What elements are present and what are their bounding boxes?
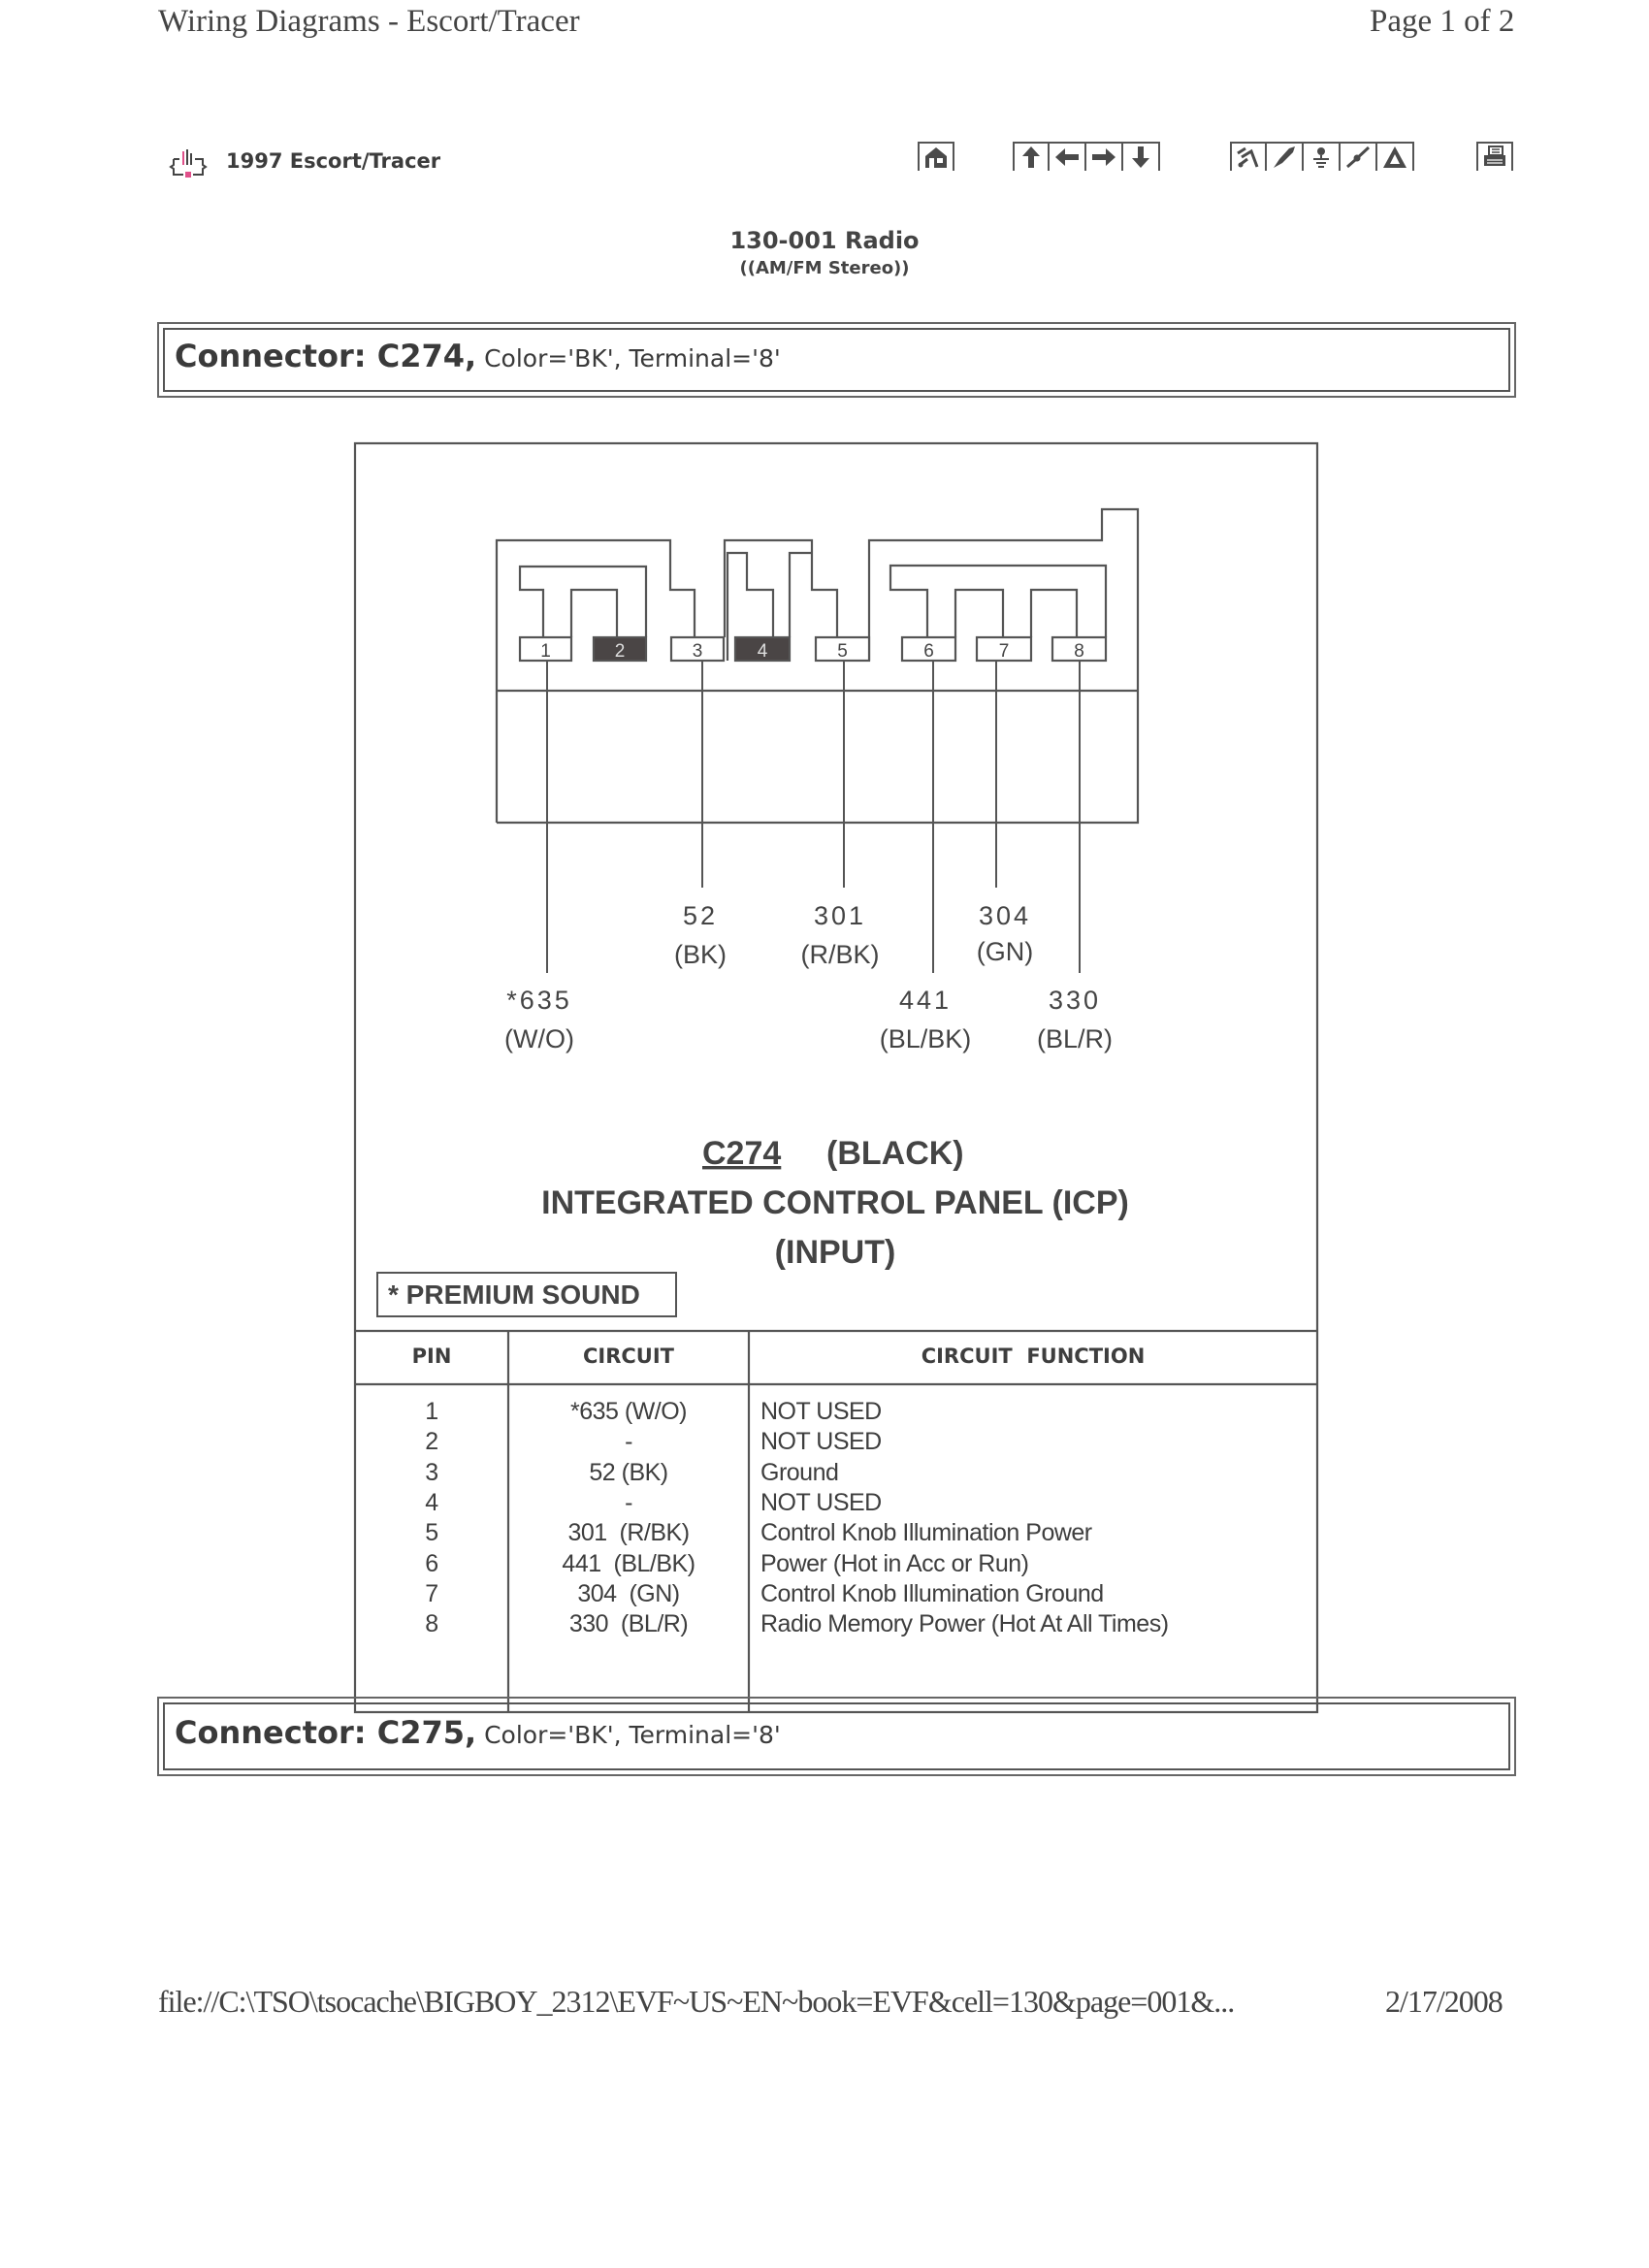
circuit-cell: 301 (R/BK)	[567, 1519, 690, 1547]
table-header-pin: PIN	[411, 1345, 452, 1368]
wire-labels: *635 (W/O) 52 (BK) 301 (R/BK) 441 (BL/BK) 304 (GN…	[504, 901, 1113, 1053]
wire-color-code: (BL/R)	[1037, 1024, 1113, 1053]
circuit-cell: 441 (BL/BK)	[562, 1549, 695, 1577]
pin-cell: 8	[425, 1610, 438, 1638]
wire-color-code: (W/O)	[504, 1024, 574, 1053]
circuit-cell: *635 (W/O)	[569, 1398, 688, 1425]
connector-label: Connector: C275,	[175, 1714, 477, 1751]
pin-cell: 7	[425, 1579, 438, 1607]
function-cell: NOT USED	[760, 1428, 882, 1456]
pin-number: 8	[1074, 641, 1084, 662]
wire-circuit-number: 52	[683, 901, 718, 930]
connector-attributes: Color='BK', Terminal='8'	[476, 1721, 781, 1749]
function-cell: NOT USED	[760, 1488, 882, 1516]
connector-diagram: 12345678 *635(W/O)52(BK)301(R/BK)441(BL/…	[353, 441, 1319, 1714]
function-cell: Ground	[760, 1458, 839, 1486]
wire-circuit-number: *635	[506, 986, 572, 1015]
function-cell: Control Knob Illumination Ground	[760, 1579, 1104, 1607]
connector-id: C274	[702, 1135, 781, 1172]
table-header-circuit: CIRCUIT	[583, 1345, 674, 1368]
connector-header-c275: Connector: C275, Color='BK', Terminal='8…	[157, 1697, 1516, 1776]
pin-cell: 4	[425, 1488, 438, 1516]
function-cell: Control Knob Illumination Power	[760, 1519, 1092, 1547]
footer-date: 2/17/2008	[1385, 1984, 1504, 2019]
wire-color-code: (R/BK)	[801, 940, 880, 969]
circuit-cell: -	[625, 1488, 632, 1516]
wire-color-code: (BK)	[674, 940, 727, 969]
circuit-cell: 52 (BK)	[589, 1458, 668, 1486]
connector-color: (BLACK)	[826, 1135, 964, 1172]
function-cell: Power (Hot in Acc or Run)	[760, 1549, 1029, 1577]
wire-circuit-number: 330	[1049, 986, 1101, 1015]
wire-color-code: (BL/BK)	[880, 1024, 972, 1053]
pin-number: 2	[615, 641, 626, 662]
pin-number: 5	[837, 641, 848, 662]
pin-number: 6	[923, 641, 934, 662]
pin-number: 4	[758, 641, 768, 662]
pin-cell: 3	[425, 1458, 438, 1486]
circuit-cell: 330 (BL/R)	[568, 1610, 689, 1638]
footnote-text: * PREMIUM SOUND	[388, 1280, 640, 1310]
component-name: INTEGRATED CONTROL PANEL (ICP)	[541, 1184, 1129, 1221]
pin-cell: 1	[425, 1398, 438, 1425]
pin-number: 3	[693, 641, 703, 662]
function-cell: Radio Memory Power (Hot At All Times)	[760, 1610, 1169, 1638]
wire-circuit-number: 441	[899, 986, 952, 1015]
pin-number: 1	[540, 641, 551, 662]
wire-color-code: (GN)	[977, 937, 1033, 966]
function-cell: NOT USED	[760, 1398, 882, 1425]
connector-housing	[495, 507, 1140, 825]
circuit-cell: -	[625, 1428, 632, 1456]
wire-circuit-number: 301	[814, 901, 866, 930]
pin-cavities: 1 2 3 4 5 6 7 8	[518, 635, 1108, 663]
component-side: (INPUT)	[775, 1234, 896, 1271]
circuit-cell: 304 (GN)	[577, 1579, 680, 1607]
pin-number: 7	[999, 641, 1010, 662]
pin-cell: 6	[425, 1549, 438, 1577]
wire-circuit-number: 304	[979, 901, 1031, 930]
pin-cell: 2	[425, 1428, 438, 1456]
footer-file-path: file://C:\TSO\tsocache\BIGBOY_2312\EVF~U…	[158, 1984, 1235, 2019]
pin-cell: 5	[425, 1519, 438, 1547]
table-header-function: CIRCUIT FUNCTION	[921, 1345, 1146, 1368]
